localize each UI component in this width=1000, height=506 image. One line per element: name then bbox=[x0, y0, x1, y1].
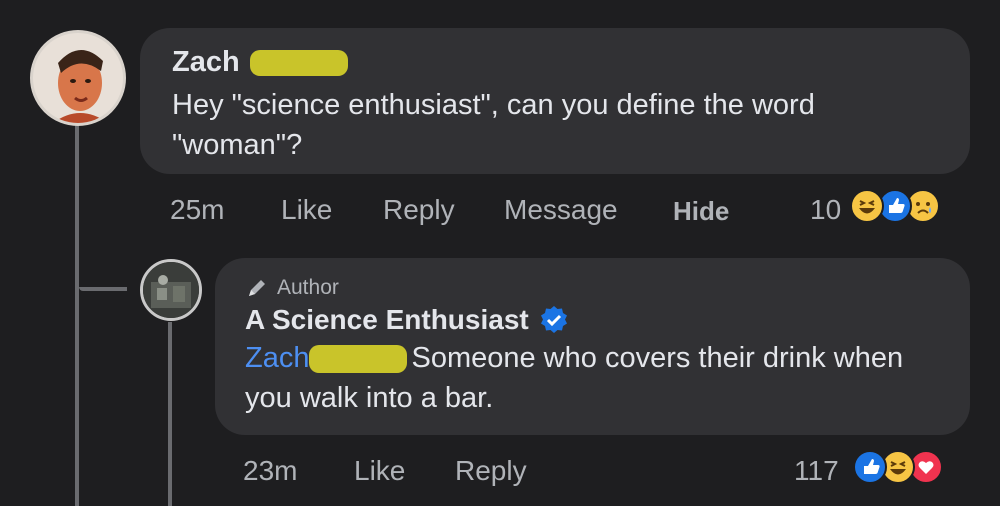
verified-badge-icon bbox=[540, 306, 567, 333]
thread-line-reply bbox=[168, 322, 172, 506]
redacted-surname bbox=[249, 49, 348, 76]
pencil-icon bbox=[249, 280, 265, 296]
reply-author-name[interactable]: A Science Enthusiast bbox=[245, 304, 529, 336]
mention-link[interactable]: Zach bbox=[245, 342, 309, 374]
thread-line-main bbox=[75, 125, 79, 506]
reply-reply-button[interactable]: Reply bbox=[455, 455, 527, 487]
avatar-commenter[interactable] bbox=[30, 30, 126, 126]
reply-reactions[interactable] bbox=[853, 450, 973, 486]
comment-bubble: Zach Hey "science enthusiast", can you d… bbox=[140, 28, 970, 174]
comment-reaction-count[interactable]: 10 bbox=[810, 194, 841, 226]
comment-reactions[interactable] bbox=[850, 189, 970, 225]
reply-bubble: Author A Science Enthusiast Zach Someone … bbox=[215, 258, 970, 435]
laugh-icon bbox=[850, 189, 884, 223]
avatar-commenter-image bbox=[53, 49, 108, 123]
reply-like-button[interactable]: Like bbox=[354, 455, 405, 487]
comment-hide-button[interactable]: Hide bbox=[673, 196, 729, 227]
author-badge-label: Author bbox=[277, 276, 339, 299]
reply-timestamp[interactable]: 23m bbox=[243, 455, 297, 487]
redacted-mention-surname bbox=[309, 345, 408, 374]
comment-message-button[interactable]: Message bbox=[504, 194, 618, 226]
comment-timestamp[interactable]: 25m bbox=[170, 194, 224, 226]
avatar-author-image bbox=[143, 262, 199, 318]
reply-reaction-count[interactable]: 117 bbox=[794, 455, 839, 487]
comment-reply-button[interactable]: Reply bbox=[383, 194, 455, 226]
thread-line-branch bbox=[79, 287, 127, 291]
reply-text-container: Zach Someone who covers their drink when … bbox=[245, 338, 945, 418]
avatar-author[interactable] bbox=[140, 259, 202, 321]
comment-actions: 25m Like Reply Message Hide bbox=[170, 194, 770, 228]
commenter-name[interactable]: Zach bbox=[172, 46, 240, 79]
reply-actions: 23m Like Reply bbox=[243, 455, 643, 489]
comment-like-button[interactable]: Like bbox=[281, 194, 332, 226]
comment-text: Hey "science enthusiast", can you define… bbox=[172, 89, 815, 161]
like-icon bbox=[853, 450, 887, 484]
